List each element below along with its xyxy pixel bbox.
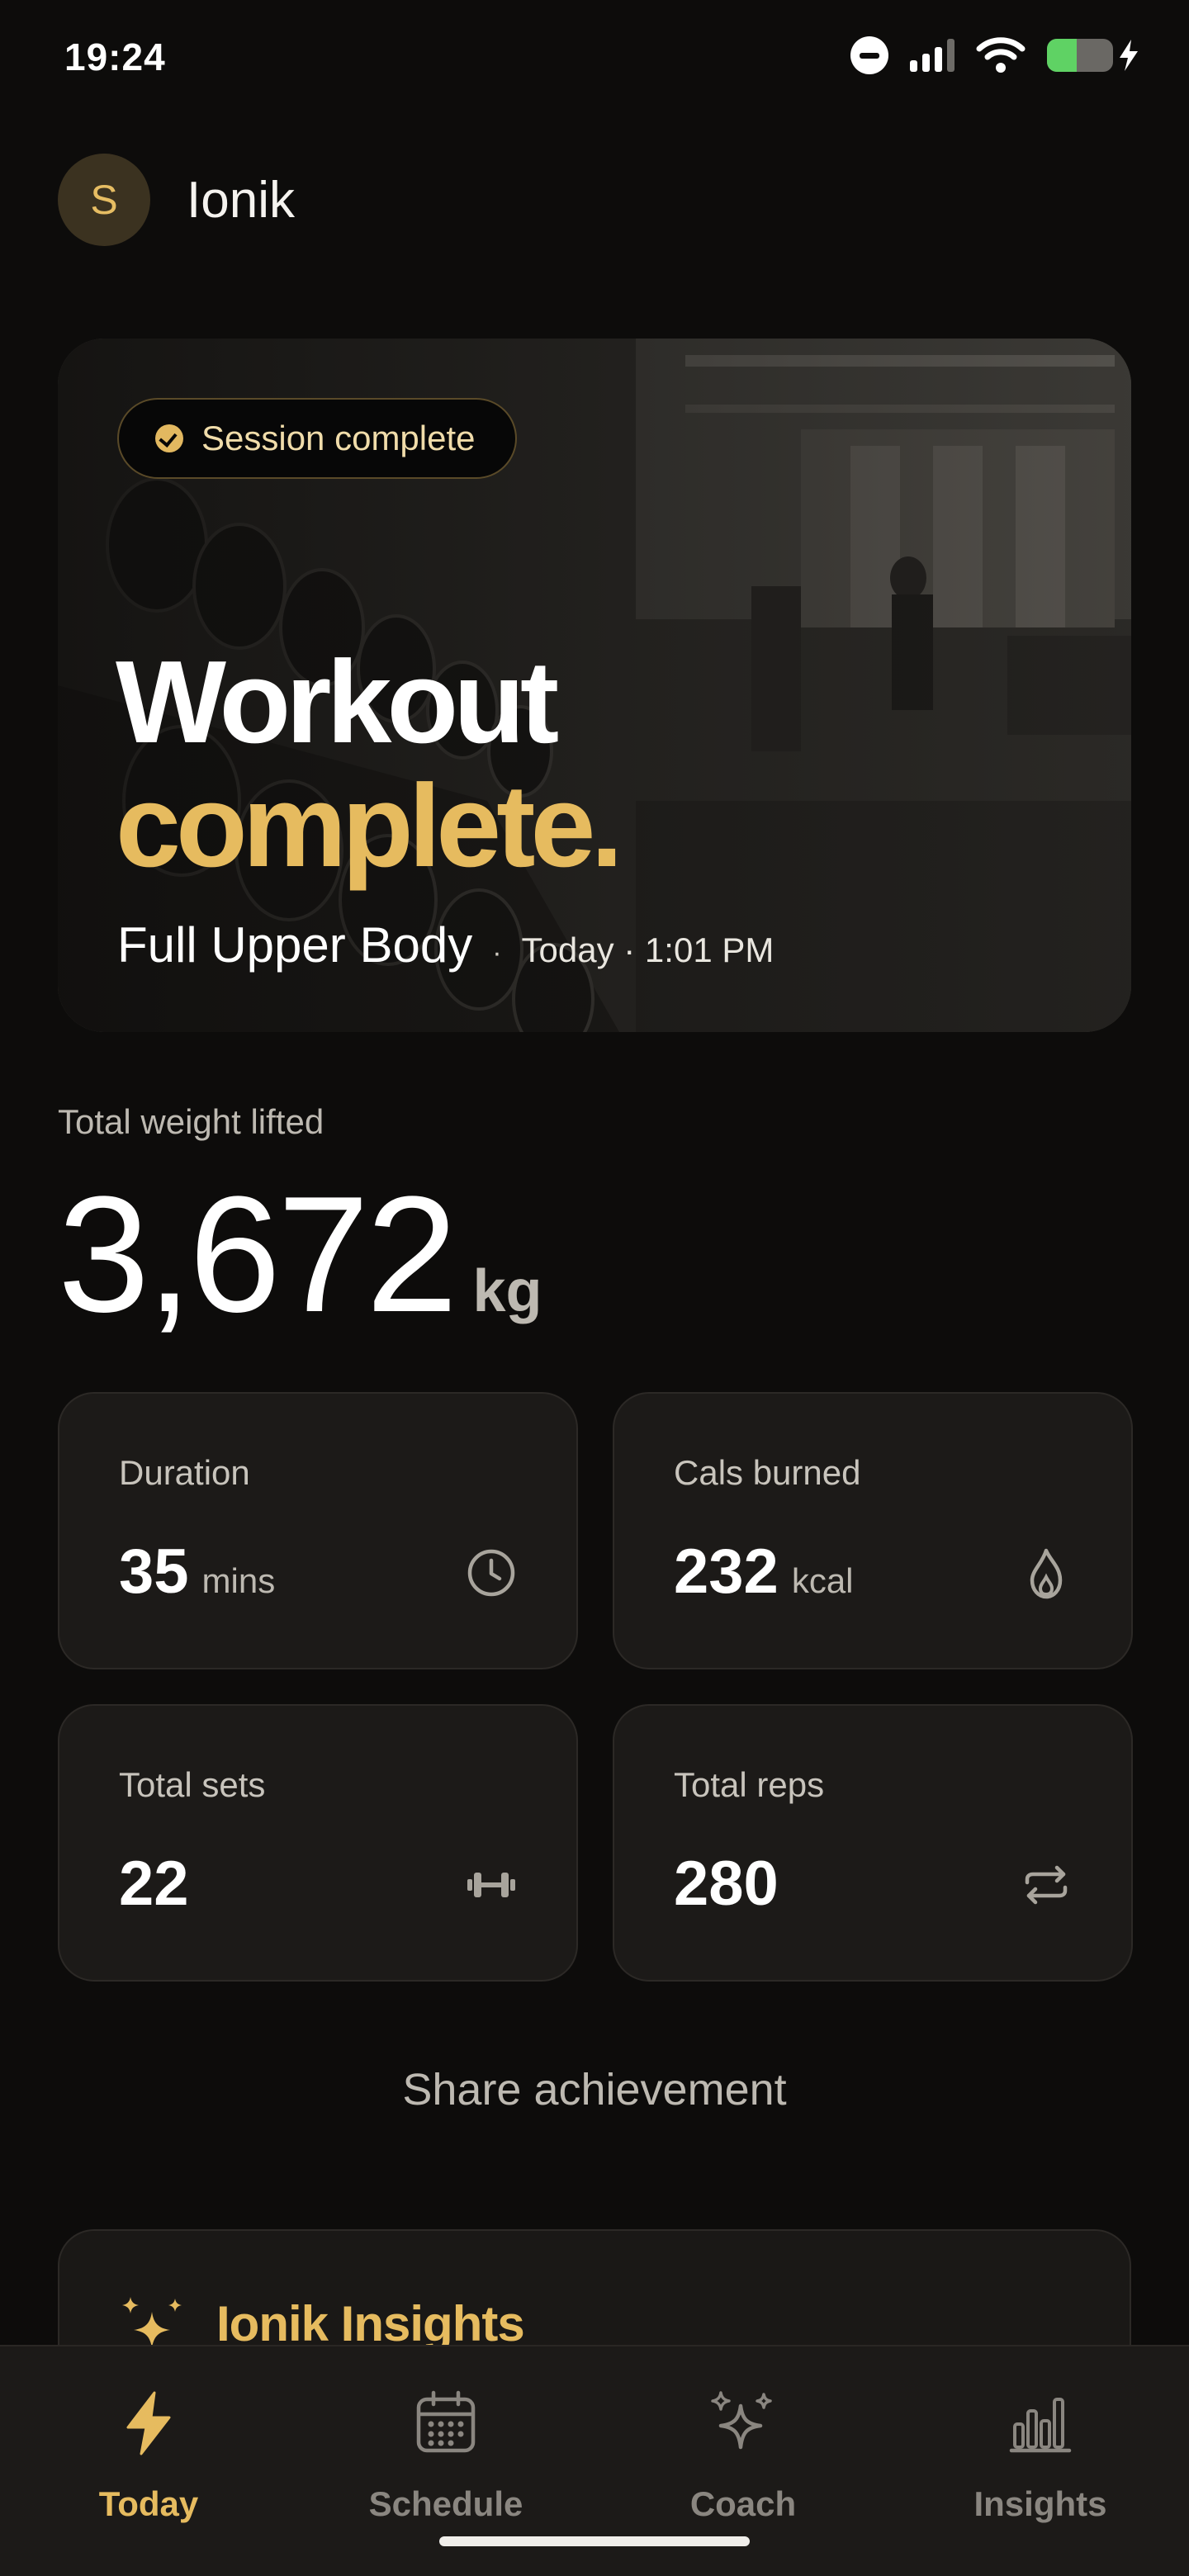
tab-coach[interactable]: Coach	[594, 2388, 892, 2528]
app-title: Ionik	[187, 171, 295, 229]
workout-time: Today · 1:01 PM	[521, 930, 775, 969]
bolt-icon	[126, 2391, 171, 2455]
stat-unit: mins	[201, 1561, 276, 1600]
session-complete-badge: Session complete	[117, 398, 517, 479]
tab-label: Schedule	[368, 2484, 523, 2523]
stat-card-sets: Total sets 22	[58, 1704, 578, 1982]
avatar[interactable]: S	[58, 154, 150, 246]
status-time: 19:24	[64, 36, 166, 78]
home-indicator[interactable]	[439, 2536, 750, 2546]
sparkles-icon	[711, 2391, 772, 2450]
stat-value: 232	[674, 1537, 779, 1607]
battery-icon	[1047, 39, 1139, 72]
tab-insights[interactable]: Insights	[892, 2388, 1189, 2528]
stat-value: 35	[119, 1537, 189, 1607]
total-weight-unit: kg	[472, 1258, 542, 1324]
stat-label: Cals burned	[674, 1453, 861, 1492]
bar-chart-icon	[1009, 2398, 1072, 2453]
flame-icon	[1030, 1548, 1063, 1599]
workout-name: Full Upper Body	[117, 917, 473, 973]
stat-value-row: 22	[119, 1848, 202, 1920]
stat-value-row: 280	[674, 1848, 792, 1920]
stat-value: 22	[119, 1849, 189, 1919]
dumbbell-icon	[467, 1873, 515, 1897]
hero-title-line-2: complete.	[116, 760, 623, 892]
do-not-disturb-icon	[850, 36, 888, 74]
stat-unit: kcal	[791, 1561, 854, 1600]
repeat-icon	[1025, 1865, 1068, 1905]
stat-card-duration: Duration 35 mins	[58, 1392, 578, 1669]
battery-fill	[1047, 39, 1077, 72]
status-bar: 19:24	[0, 0, 1189, 116]
calendar-icon	[416, 2390, 476, 2453]
stat-value: 280	[674, 1849, 779, 1919]
charging-bolt-icon	[1120, 40, 1138, 71]
total-weight: 3,672 kg	[58, 1164, 542, 1346]
share-achievement-button[interactable]: Share achievement	[0, 2064, 1189, 2115]
stat-label: Total reps	[674, 1765, 825, 1804]
badge-label: Session complete	[201, 419, 476, 457]
insights-title: Ionik Insights	[216, 2296, 525, 2351]
tab-label: Insights	[973, 2484, 1107, 2523]
clock-icon	[467, 1549, 515, 1597]
stat-card-calories: Cals burned 232 kcal	[613, 1392, 1133, 1669]
stat-value-row: 35 mins	[119, 1536, 275, 1608]
stat-card-reps: Total reps 280	[613, 1704, 1133, 1982]
stat-label: Total sets	[119, 1765, 266, 1804]
status-icons	[850, 36, 1139, 74]
hero-title-line-1: Workout	[116, 637, 559, 768]
check-circle-icon	[155, 424, 183, 452]
workout-hero-card: Session complete Workout complete. Full …	[58, 339, 1131, 1032]
total-weight-label: Total weight lifted	[58, 1102, 324, 1141]
tab-schedule[interactable]: Schedule	[297, 2388, 594, 2528]
tab-label: Today	[98, 2484, 199, 2523]
separator-dot: ·	[492, 937, 502, 968]
workout-summary-screen: 19:24 S Ionik Session complete Workout c…	[0, 0, 1189, 2576]
stat-value-row: 232 kcal	[674, 1536, 854, 1608]
wifi-icon	[976, 37, 1026, 73]
app-header: S Ionik	[58, 154, 295, 246]
total-weight-value: 3,672	[58, 1163, 457, 1347]
cellular-signal-icon	[910, 39, 955, 72]
stat-label: Duration	[119, 1453, 250, 1492]
tab-today[interactable]: Today	[0, 2388, 297, 2528]
tab-label: Coach	[689, 2484, 797, 2523]
hero-subtitle: Full Upper Body · Today · 1:01 PM	[117, 916, 774, 973]
